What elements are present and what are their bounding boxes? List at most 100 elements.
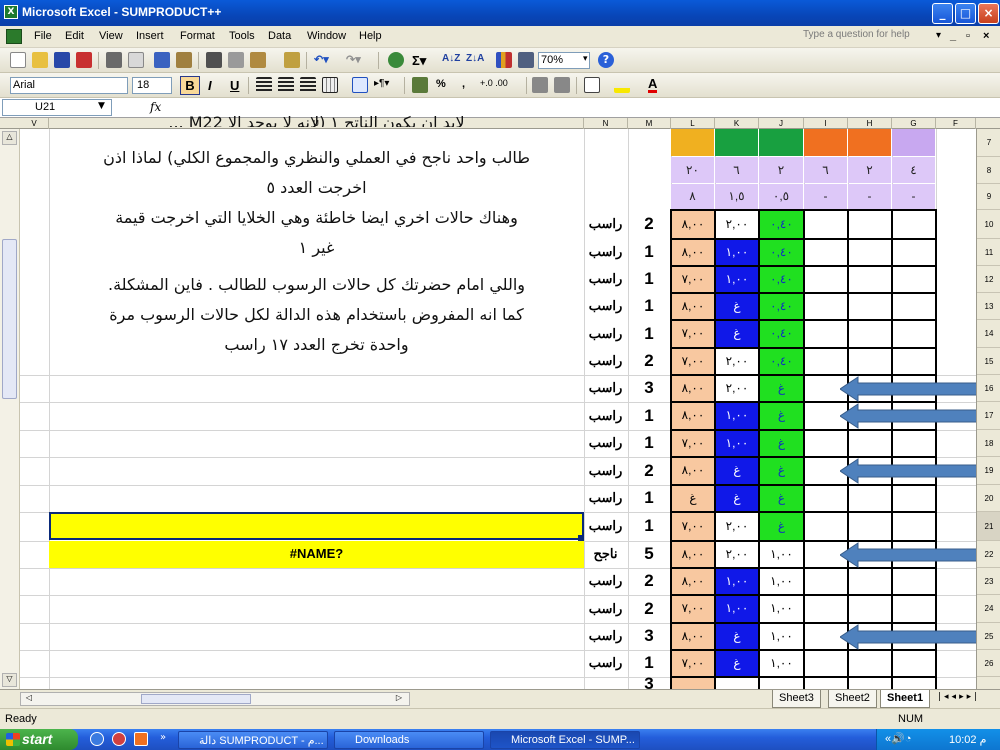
header-value-cell[interactable]: ٦: [715, 157, 758, 183]
header-value-cell[interactable]: ٤: [892, 157, 935, 183]
column-header-h[interactable]: H: [848, 118, 892, 129]
doc-minimize-icon[interactable]: _: [950, 30, 956, 42]
status-cell[interactable]: راسب: [584, 266, 627, 292]
score-k-cell[interactable]: ١,٠٠: [716, 430, 758, 456]
tab-sheet3[interactable]: Sheet3: [772, 690, 821, 708]
header-value-cell[interactable]: ٠,٥: [759, 184, 803, 209]
status-cell[interactable]: راسب: [584, 320, 627, 347]
scroll-thumb[interactable]: [2, 239, 17, 399]
row-header[interactable]: 10: [977, 210, 1000, 239]
row-header[interactable]: 12: [977, 266, 1000, 293]
status-cell[interactable]: راسب: [584, 348, 627, 374]
column-header-n[interactable]: N: [584, 118, 628, 129]
header-value-cell[interactable]: ٢: [848, 157, 891, 183]
score-j-cell[interactable]: غ: [760, 457, 803, 484]
header-value-cell[interactable]: ٢: [759, 157, 803, 183]
header-value-cell[interactable]: -: [804, 184, 847, 209]
ltr-icon[interactable]: ▸¶▾: [374, 78, 389, 89]
quicklaunch-icon[interactable]: [134, 732, 148, 746]
vertical-scrollbar[interactable]: △ ▽: [0, 129, 20, 689]
column-header-f[interactable]: F: [936, 118, 976, 129]
increase-indent-icon[interactable]: [554, 77, 570, 93]
score-l-cell[interactable]: ٨,٠٠: [672, 457, 714, 484]
row-header[interactable]: 25: [977, 623, 1000, 650]
score-k-cell[interactable]: ٢,٠٠: [716, 512, 758, 540]
header-value-cell[interactable]: -: [848, 184, 891, 209]
header-value-cell[interactable]: ٨: [671, 184, 714, 209]
count-cell[interactable]: 1: [628, 650, 670, 676]
count-cell[interactable]: 1: [628, 485, 670, 511]
status-cell[interactable]: راسب: [584, 239, 627, 265]
spelling-icon[interactable]: [154, 52, 170, 68]
score-l-cell[interactable]: ٧,٠٠: [672, 430, 714, 456]
task-excel[interactable]: Microsoft Excel - SUMP...: [490, 731, 640, 749]
score-k-cell[interactable]: غ: [716, 650, 758, 676]
row-header[interactable]: 21: [977, 512, 1000, 541]
score-l-cell[interactable]: ٨,٠٠: [672, 210, 714, 238]
status-cell[interactable]: راسب: [584, 210, 627, 238]
workbook-icon[interactable]: [6, 29, 22, 44]
score-k-cell[interactable]: غ: [716, 485, 758, 511]
scroll-left-icon[interactable]: ◁: [23, 693, 35, 705]
status-cell[interactable]: راسب: [584, 595, 627, 622]
score-l-cell[interactable]: ٧,٠٠: [672, 650, 714, 676]
score-l-cell[interactable]: ٨,٠٠: [672, 375, 714, 401]
status-cell[interactable]: راسب: [584, 650, 627, 676]
count-cell[interactable]: 1: [628, 320, 670, 347]
count-cell[interactable]: 2: [628, 348, 670, 374]
count-cell[interactable]: 1: [628, 266, 670, 292]
underline-button[interactable]: U: [230, 78, 239, 93]
score-k-cell[interactable]: ٢,٠٠: [716, 541, 758, 567]
quicklaunch-icon[interactable]: [90, 732, 104, 746]
font-size-select[interactable]: 18: [132, 77, 172, 94]
score-k-cell[interactable]: ١,٠٠: [716, 568, 758, 594]
status-cell[interactable]: راسب: [584, 457, 627, 484]
count-cell[interactable]: 5: [628, 541, 670, 567]
row-header[interactable]: 24: [977, 595, 1000, 623]
paste-icon[interactable]: [250, 52, 266, 68]
score-j-cell[interactable]: غ: [760, 375, 803, 401]
score-l-cell[interactable]: ٧,٠٠: [672, 348, 714, 374]
score-j-cell[interactable]: ٠,٤٠: [760, 239, 803, 265]
close-button[interactable]: ×: [978, 3, 999, 24]
count-cell[interactable]: 2: [628, 568, 670, 594]
help-icon[interactable]: ?: [598, 52, 614, 68]
menu-tools[interactable]: Tools: [229, 30, 255, 42]
row-header[interactable]: 11: [977, 239, 1000, 266]
score-k-cell[interactable]: ٢,٠٠: [716, 210, 758, 238]
tab-sheet2[interactable]: Sheet2: [828, 690, 877, 708]
score-j-cell[interactable]: غ: [760, 512, 803, 540]
status-cell[interactable]: راسب: [584, 623, 627, 649]
row-header[interactable]: 8: [977, 157, 1000, 184]
score-l-cell[interactable]: ٧,٠٠: [672, 266, 714, 292]
tab-nav-icons[interactable]: |◂◂▸▸|: [938, 692, 980, 702]
count-cell[interactable]: 1: [628, 512, 670, 540]
header-cell-h[interactable]: [848, 129, 891, 156]
score-k-cell[interactable]: ١,٠٠: [716, 595, 758, 622]
undo-icon[interactable]: ↶▾: [314, 53, 329, 66]
header-value-cell[interactable]: ٢٠: [671, 157, 714, 183]
menu-view[interactable]: View: [99, 30, 123, 42]
score-k-cell[interactable]: ٢,٠٠: [716, 348, 758, 374]
count-cell[interactable]: 1: [628, 402, 670, 429]
font-color-icon[interactable]: A: [648, 77, 658, 93]
score-l-cell[interactable]: ٧,٠٠: [672, 320, 714, 347]
scroll-right-icon[interactable]: ▷: [393, 693, 405, 705]
score-k-cell[interactable]: غ: [716, 457, 758, 484]
header-cell-j[interactable]: [759, 129, 803, 156]
row-header[interactable]: 16: [977, 375, 1000, 402]
row-header[interactable]: 13: [977, 293, 1000, 320]
count-cell[interactable]: 3: [628, 375, 670, 401]
align-right-icon[interactable]: [300, 77, 316, 93]
score-j-cell[interactable]: ٠,٤٠: [760, 266, 803, 292]
score-k-cell[interactable]: ٢,٠٠: [716, 375, 758, 401]
menu-window[interactable]: Window: [307, 30, 346, 42]
merge-center-icon[interactable]: [322, 77, 338, 93]
score-j-cell[interactable]: ١,٠٠: [760, 650, 803, 676]
score-j-cell[interactable]: ٠,٤٠: [760, 210, 803, 238]
status-cell[interactable]: راسب: [584, 485, 627, 511]
rtl-icon[interactable]: [352, 77, 368, 93]
chevron-down-icon[interactable]: ▾: [583, 53, 588, 64]
h-scroll-thumb[interactable]: [141, 694, 251, 704]
status-cell[interactable]: راسب: [584, 293, 627, 319]
